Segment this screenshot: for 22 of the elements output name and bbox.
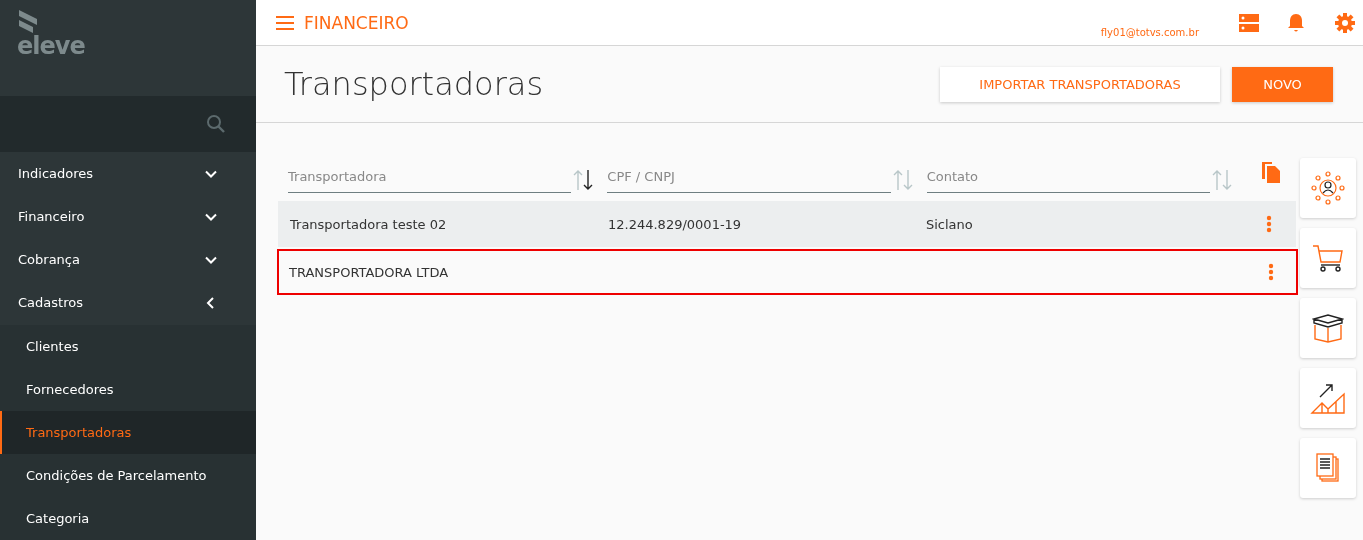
sidebar-subitem[interactable]: Clientes [0, 324, 256, 368]
sidebar-subitem[interactable]: Condições de Parcelamento [0, 453, 256, 497]
sidebar-subitem[interactable]: Fornecedores [0, 367, 256, 411]
module-title: FINANCEIRO [304, 12, 409, 33]
user-email: fly01@totvs.com.br [1100, 27, 1199, 38]
table-cell: 12.244.829/0001-19 [608, 216, 742, 232]
sidebar-subitem[interactable]: Categoria [0, 496, 256, 540]
sidebar-subitem[interactable]: Transportadoras [0, 410, 256, 454]
sidebar-item[interactable]: Cadastros [0, 281, 256, 325]
table-cell: Transportadora teste 02 [290, 216, 447, 232]
column-header[interactable]: Transportadora [288, 169, 572, 193]
sidebar-item[interactable]: Cobrança [0, 238, 256, 282]
table-cell: Siclano [926, 216, 973, 232]
column-header[interactable]: Contato [926, 169, 1210, 193]
column-header[interactable]: CPF / CNPJ [607, 169, 891, 193]
logo: eleve [17, 32, 85, 60]
table-row[interactable]: TRANSPORTADORA LTDA [277, 249, 1298, 295]
sidebar-item[interactable]: Financeiro [0, 195, 256, 239]
sidebar-item[interactable]: Indicadores [0, 152, 256, 196]
table-cell: TRANSPORTADORA LTDA [289, 264, 449, 280]
page-title: Transportadoras [284, 65, 544, 103]
table-row[interactable]: Transportadora teste 02 12.244.829/0001-19 Siclano [278, 201, 1296, 247]
